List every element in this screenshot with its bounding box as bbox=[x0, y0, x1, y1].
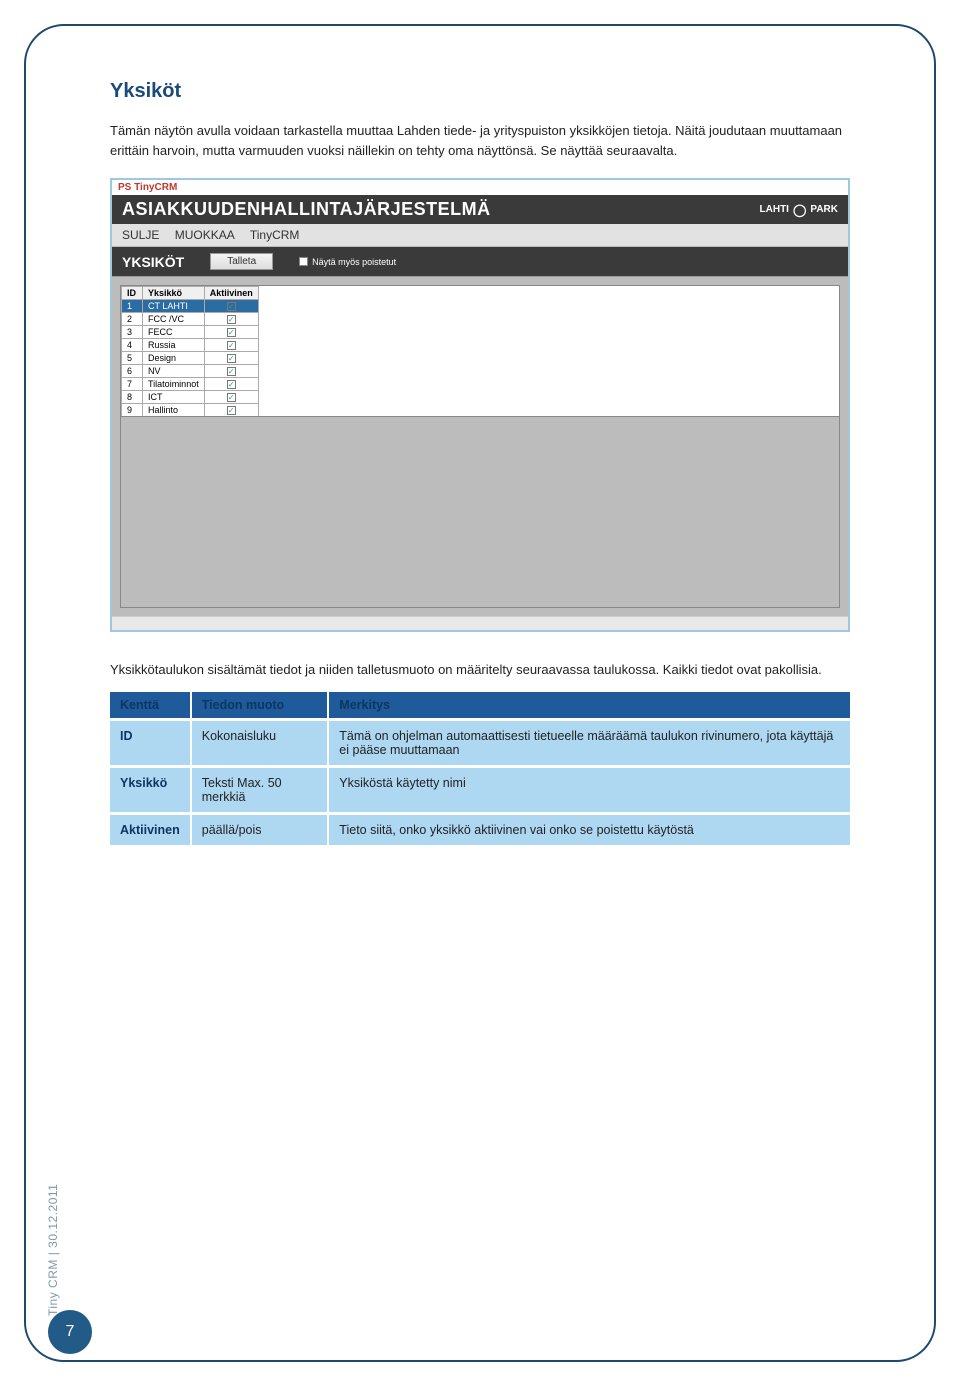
cell-id: 1 bbox=[122, 300, 143, 313]
cell-id: 5 bbox=[122, 352, 143, 365]
app-menu: SULJE MUOKKAA TinyCRM bbox=[112, 224, 848, 247]
cell-id: 3 bbox=[122, 326, 143, 339]
grid-panel: ID Yksikkö Aktiivinen 1CT LAHTI✓2FCC /VC… bbox=[112, 276, 848, 616]
grid-wrap: ID Yksikkö Aktiivinen 1CT LAHTI✓2FCC /VC… bbox=[120, 285, 840, 608]
table-row[interactable]: 1CT LAHTI ✓ bbox=[122, 300, 259, 313]
cell-name: FECC bbox=[143, 326, 205, 339]
col-aktiivinen: Aktiivinen bbox=[204, 287, 258, 300]
cell-name: CT LAHTI bbox=[143, 300, 205, 313]
check-icon: ✓ bbox=[227, 367, 236, 376]
table-row[interactable]: 5Design ✓ bbox=[122, 352, 259, 365]
menu-sulje[interactable]: SULJE bbox=[122, 228, 159, 242]
desc-col-merkitys: Merkitys bbox=[329, 692, 850, 718]
menu-tinycrm[interactable]: TinyCRM bbox=[250, 228, 300, 242]
check-icon: ✓ bbox=[227, 328, 236, 337]
table-row[interactable]: 7Tilatoiminnot ✓ bbox=[122, 378, 259, 391]
page-number: 7 bbox=[48, 1310, 92, 1354]
cell-active: ✓ bbox=[204, 391, 258, 404]
desc-col-muoto: Tiedon muoto bbox=[192, 692, 330, 718]
cell-active: ✓ bbox=[204, 404, 258, 417]
checkbox-icon bbox=[299, 257, 308, 266]
cell-name: Tilatoiminnot bbox=[143, 378, 205, 391]
section-heading: Yksiköt bbox=[110, 80, 850, 103]
cell-name: Design bbox=[143, 352, 205, 365]
cell-id: 9 bbox=[122, 404, 143, 417]
show-deleted-checkbox[interactable]: Näytä myös poistetut bbox=[299, 257, 396, 267]
desc-type: Kokonaisluku bbox=[192, 718, 330, 765]
grid-empty-area bbox=[121, 416, 839, 607]
cell-id: 8 bbox=[122, 391, 143, 404]
table-row[interactable]: 6NV ✓ bbox=[122, 365, 259, 378]
footer-side-text: Tiny CRM | 30.12.2011 bbox=[46, 1184, 60, 1316]
check-icon: ✓ bbox=[227, 354, 236, 363]
cell-id: 6 bbox=[122, 365, 143, 378]
cell-active: ✓ bbox=[204, 313, 258, 326]
description-table: Kenttä Tiedon muoto Merkitys IDKokonaisl… bbox=[110, 692, 850, 845]
logo-park: PARK bbox=[810, 204, 838, 215]
section-label: YKSIKÖT bbox=[122, 254, 184, 270]
app-header: ASIAKKUUDENHALLINTAJÄRJESTELMÄ LAHTI ◯ P… bbox=[112, 195, 848, 224]
cell-name: Russia bbox=[143, 339, 205, 352]
col-id: ID bbox=[122, 287, 143, 300]
cell-active: ✓ bbox=[204, 378, 258, 391]
logo-sp-icon: ◯ bbox=[793, 203, 806, 217]
desc-meaning: Yksiköstä käytetty nimi bbox=[329, 765, 850, 812]
check-icon: ✓ bbox=[227, 302, 236, 311]
after-paragraph: Yksikkötaulukon sisältämät tiedot ja nii… bbox=[110, 660, 850, 680]
app-statusbar bbox=[112, 616, 848, 630]
desc-row: YksikköTeksti Max. 50 merkkiäYksiköstä k… bbox=[110, 765, 850, 812]
cell-active: ✓ bbox=[204, 326, 258, 339]
table-row[interactable]: 4Russia ✓ bbox=[122, 339, 259, 352]
table-row[interactable]: 2FCC /VC ✓ bbox=[122, 313, 259, 326]
desc-type: Teksti Max. 50 merkkiä bbox=[192, 765, 330, 812]
page-content: Yksiköt Tämän näytön avulla voidaan tark… bbox=[110, 80, 850, 845]
check-icon: ✓ bbox=[227, 393, 236, 402]
desc-field: Yksikkö bbox=[110, 765, 192, 812]
cell-name: FCC /VC bbox=[143, 313, 205, 326]
units-table[interactable]: ID Yksikkö Aktiivinen 1CT LAHTI✓2FCC /VC… bbox=[121, 286, 259, 430]
table-row[interactable]: 9Hallinto ✓ bbox=[122, 404, 259, 417]
logo-lahti: LAHTI bbox=[760, 204, 789, 215]
desc-col-kentta: Kenttä bbox=[110, 692, 192, 718]
desc-field: ID bbox=[110, 718, 192, 765]
col-yksikko: Yksikkö bbox=[143, 287, 205, 300]
desc-meaning: Tämä on ohjelman automaattisesti tietuee… bbox=[329, 718, 850, 765]
check-icon: ✓ bbox=[227, 406, 236, 415]
table-row[interactable]: 3FECC ✓ bbox=[122, 326, 259, 339]
cell-name: Hallinto bbox=[143, 404, 205, 417]
check-icon: ✓ bbox=[227, 380, 236, 389]
app-screenshot: PS TinyCRM ASIAKKUUDENHALLINTAJÄRJESTELM… bbox=[110, 178, 850, 632]
cell-name: ICT bbox=[143, 391, 205, 404]
app-logo: LAHTI ◯ PARK bbox=[760, 203, 838, 217]
desc-row: IDKokonaislukuTämä on ohjelman automaatt… bbox=[110, 718, 850, 765]
desc-meaning: Tieto siitä, onko yksikkö aktiivinen vai… bbox=[329, 812, 850, 845]
cell-name: NV bbox=[143, 365, 205, 378]
menu-muokkaa[interactable]: MUOKKAA bbox=[175, 228, 235, 242]
desc-type: päällä/pois bbox=[192, 812, 330, 845]
show-deleted-label: Näytä myös poistetut bbox=[312, 257, 396, 267]
desc-field: Aktiivinen bbox=[110, 812, 192, 845]
app-title: ASIAKKUUDENHALLINTAJÄRJESTELMÄ bbox=[122, 199, 491, 220]
cell-id: 4 bbox=[122, 339, 143, 352]
app-toolbar: YKSIKÖT Talleta Näytä myös poistetut bbox=[112, 247, 848, 276]
cell-active: ✓ bbox=[204, 339, 258, 352]
table-row[interactable]: 8ICT ✓ bbox=[122, 391, 259, 404]
intro-paragraph: Tämän näytön avulla voidaan tarkastella … bbox=[110, 121, 850, 160]
app-ps-label: PS TinyCRM bbox=[112, 180, 848, 195]
cell-id: 7 bbox=[122, 378, 143, 391]
cell-active: ✓ bbox=[204, 352, 258, 365]
cell-active: ✓ bbox=[204, 300, 258, 313]
talleta-button[interactable]: Talleta bbox=[210, 253, 273, 270]
cell-id: 2 bbox=[122, 313, 143, 326]
cell-active: ✓ bbox=[204, 365, 258, 378]
check-icon: ✓ bbox=[227, 315, 236, 324]
check-icon: ✓ bbox=[227, 341, 236, 350]
desc-row: Aktiivinenpäällä/poisTieto siitä, onko y… bbox=[110, 812, 850, 845]
